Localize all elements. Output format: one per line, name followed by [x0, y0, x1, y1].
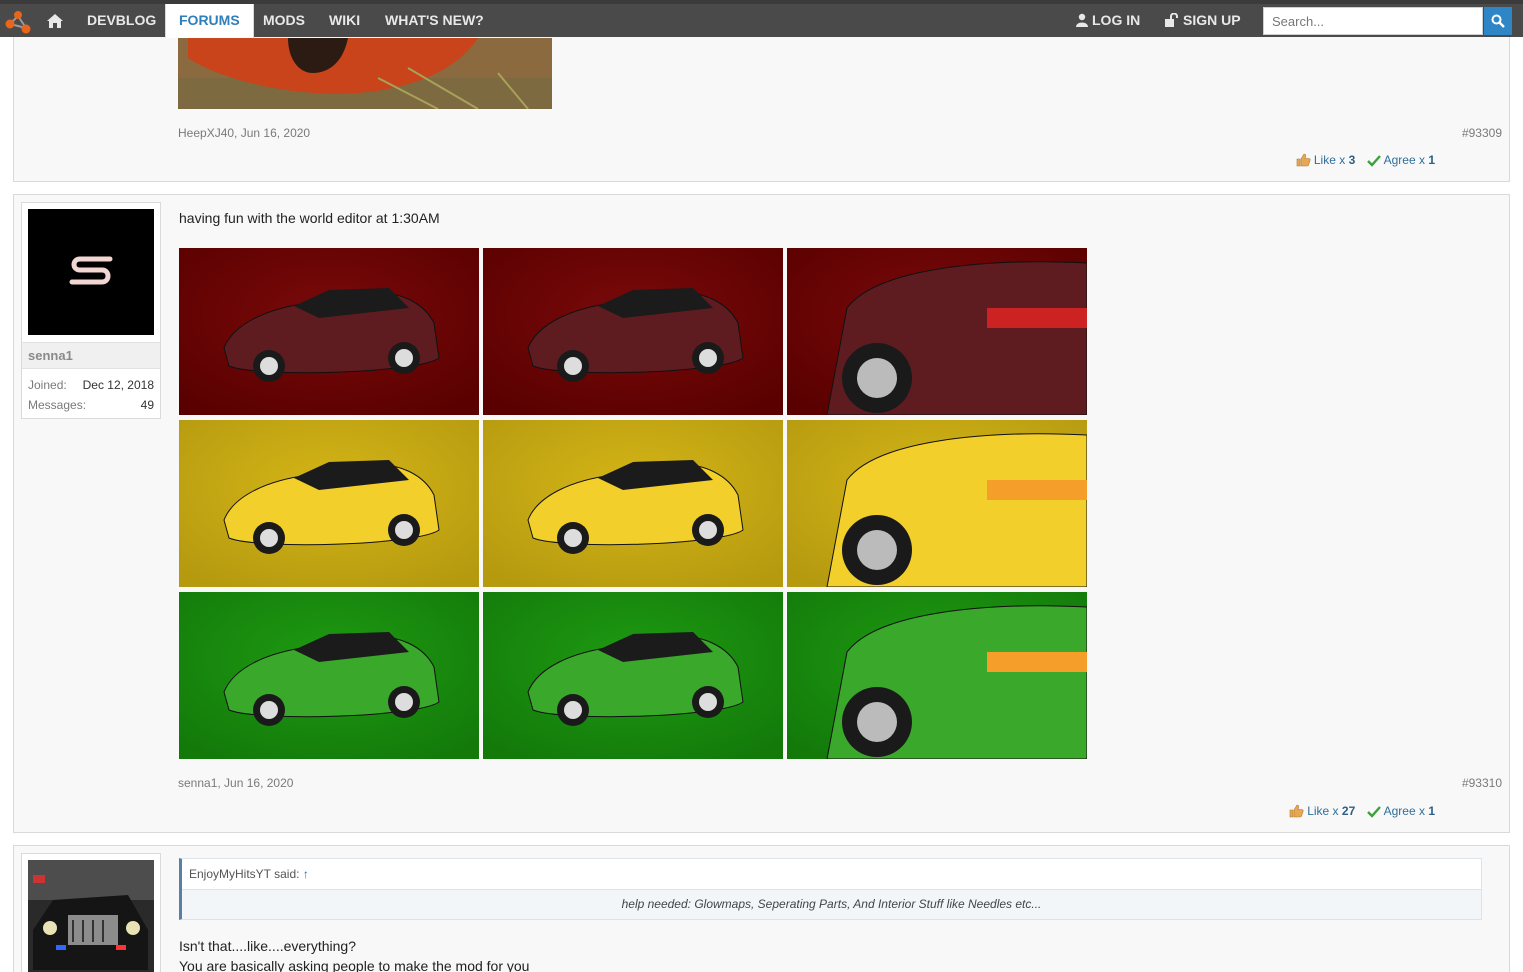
message-line-1: Isn't that....like....everything?	[179, 938, 356, 954]
nav-wiki[interactable]: WIKI	[329, 4, 360, 37]
like-count: 27	[1341, 804, 1356, 818]
joined-value: Dec 12, 2018	[82, 378, 154, 392]
thumbs-up-icon	[1296, 153, 1311, 167]
messages-value[interactable]: 49	[141, 398, 154, 412]
nav-forums[interactable]: FORUMS	[165, 4, 254, 38]
quote-attribution: EnjoyMyHitsYT said: ↑	[182, 859, 1481, 890]
like-reaction[interactable]: Like x 3	[1296, 153, 1355, 167]
top-navigation-bar: DEVBLOG FORUMS MODS WIKI WHAT'S NEW? LOG…	[0, 0, 1523, 38]
agree-label: Agree x	[1383, 153, 1425, 167]
search-input[interactable]	[1263, 7, 1483, 35]
login-button[interactable]: LOG IN	[1076, 4, 1140, 37]
user-info-block	[21, 853, 161, 972]
signup-button[interactable]: SIGN UP	[1165, 4, 1241, 37]
site-logo-icon[interactable]	[4, 8, 32, 36]
attached-image-yellow-car-front[interactable]	[179, 420, 479, 587]
like-reaction[interactable]: Like x 27	[1289, 804, 1355, 818]
post-reactions: Like x 27 Agree x 1	[1281, 804, 1435, 818]
home-icon[interactable]	[46, 13, 64, 29]
post-author-date[interactable]: senna1, Jun 16, 2020	[178, 776, 293, 790]
search-button[interactable]	[1484, 7, 1512, 35]
user-avatar[interactable]	[28, 209, 154, 335]
agree-reaction[interactable]: Agree x 1	[1366, 153, 1435, 167]
message-text: having fun with the world editor at 1:30…	[179, 210, 440, 226]
search-icon	[1491, 14, 1505, 28]
messages-stat: Messages: 49	[28, 398, 154, 412]
quote-block: EnjoyMyHitsYT said: ↑ help needed: Glowm…	[179, 858, 1482, 920]
nav-devblog[interactable]: DEVBLOG	[87, 4, 156, 37]
user-avatar[interactable]	[28, 860, 154, 972]
attached-image-green-car-front[interactable]	[179, 592, 479, 759]
user-info-block: senna1 Joined: Dec 12, 2018 Messages: 49	[21, 202, 161, 419]
attached-image-orange-car[interactable]	[178, 38, 552, 109]
post-author-date[interactable]: HeepXJ40, Jun 16, 2020	[178, 126, 310, 140]
checkmark-icon	[1366, 155, 1381, 167]
agree-count: 1	[1428, 804, 1435, 818]
attached-image-red-car-rear[interactable]	[483, 248, 783, 415]
signup-label: SIGN UP	[1183, 12, 1241, 28]
joined-stat: Joined: Dec 12, 2018	[28, 378, 154, 392]
quote-text: help needed: Glowmaps, Seperating Parts,…	[182, 890, 1481, 919]
unlock-icon	[1165, 12, 1178, 27]
nav-whats-new[interactable]: WHAT'S NEW?	[385, 4, 484, 37]
post-reactions: Like x 3 Agree x 1	[1288, 153, 1435, 167]
quote-author[interactable]: EnjoyMyHitsYT said:	[189, 867, 299, 881]
messages-label: Messages:	[28, 398, 87, 412]
post-next: EnjoyMyHitsYT said: ↑ help needed: Glowm…	[13, 845, 1510, 972]
attached-image-green-car-rear[interactable]	[483, 592, 783, 759]
attached-image-yellow-car-rear[interactable]	[483, 420, 783, 587]
post-permalink[interactable]: #93310	[1462, 776, 1502, 790]
post-93310: senna1 Joined: Dec 12, 2018 Messages: 49…	[13, 194, 1510, 833]
nav-mods[interactable]: MODS	[263, 4, 305, 37]
like-count: 3	[1348, 153, 1356, 167]
agree-count: 1	[1428, 153, 1435, 167]
like-label: Like x	[1307, 804, 1339, 818]
message-line-2: You are basically asking people to make …	[179, 958, 530, 972]
attached-image-yellow-car-closeup[interactable]	[787, 420, 1087, 587]
attached-image-red-car-closeup[interactable]	[787, 248, 1087, 415]
user-icon	[1076, 13, 1088, 27]
agree-reaction[interactable]: Agree x 1	[1366, 804, 1435, 818]
joined-label: Joined:	[28, 378, 67, 392]
quote-jump-arrow-icon[interactable]: ↑	[303, 867, 309, 881]
thumbs-up-icon	[1289, 804, 1304, 818]
agree-label: Agree x	[1383, 804, 1425, 818]
post-permalink[interactable]: #93309	[1462, 126, 1502, 140]
checkmark-icon	[1366, 806, 1381, 818]
attached-image-green-car-closeup[interactable]	[787, 592, 1087, 759]
attached-image-red-car-front[interactable]	[179, 248, 479, 415]
username-link[interactable]: senna1	[22, 342, 160, 369]
login-label: LOG IN	[1092, 12, 1141, 28]
like-label: Like x	[1313, 153, 1346, 167]
